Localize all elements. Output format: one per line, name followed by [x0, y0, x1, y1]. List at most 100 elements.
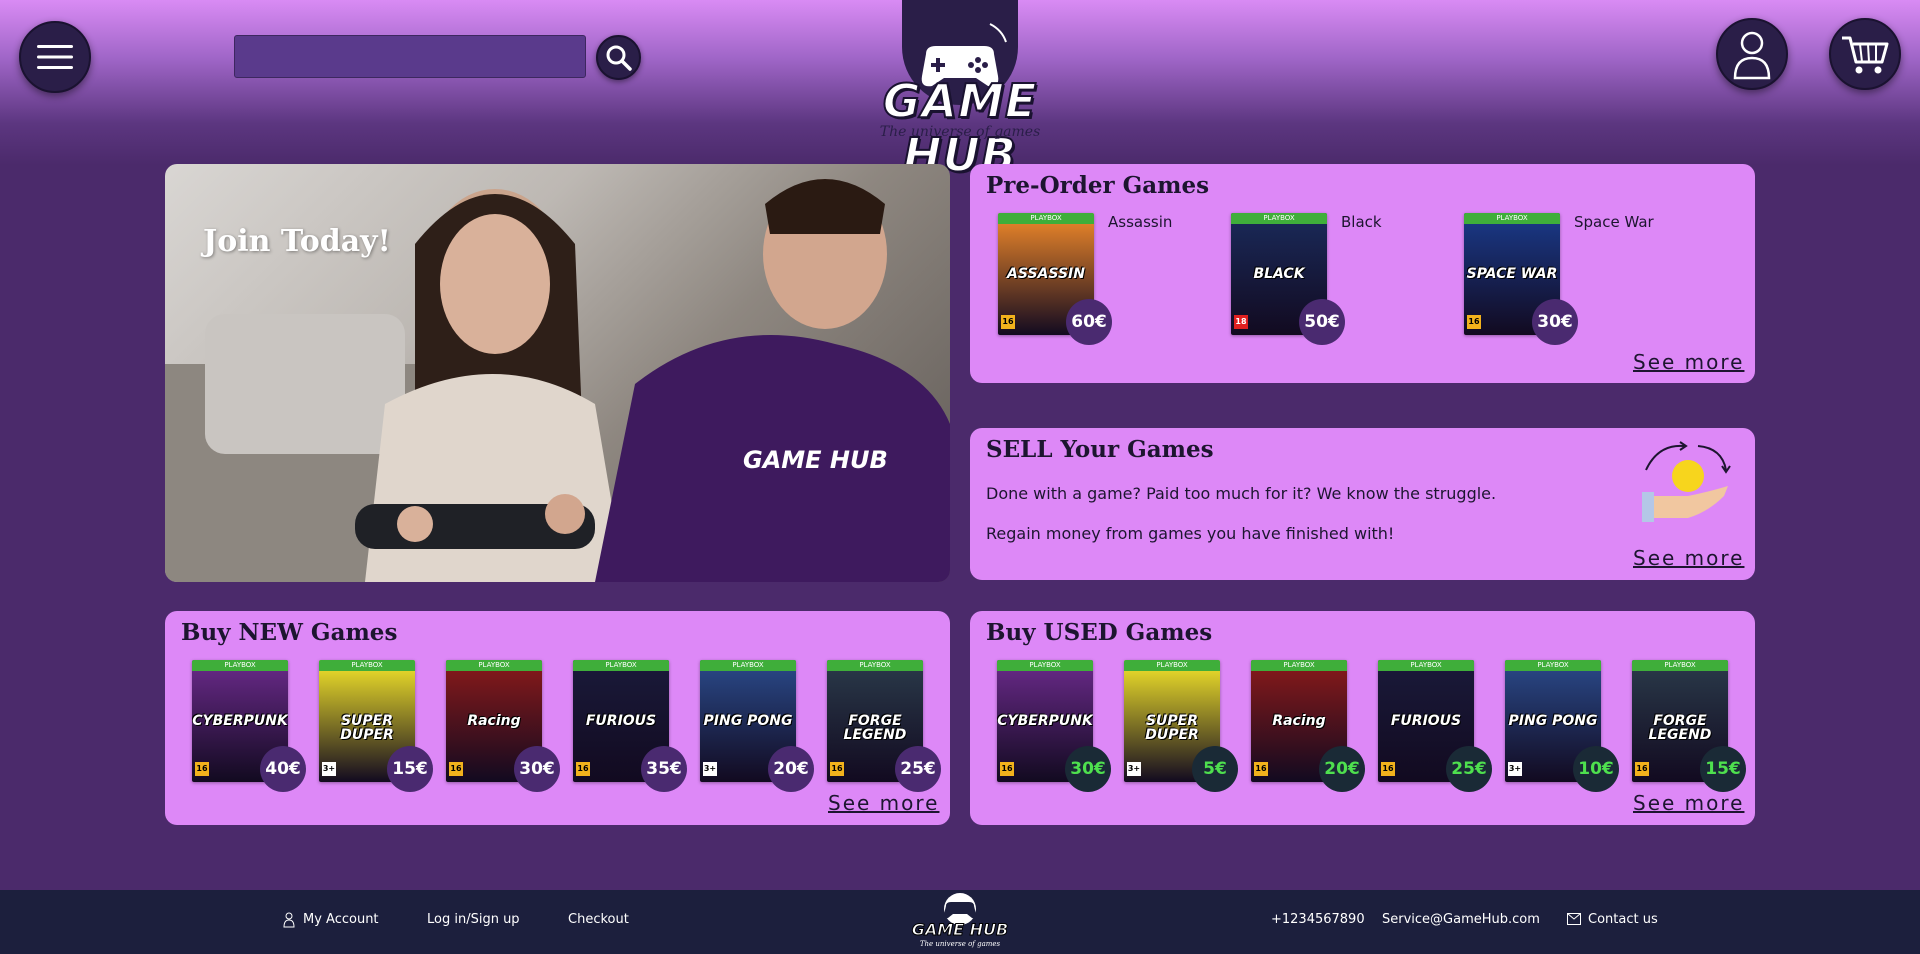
- game-item[interactable]: PLAYBOX FURIOUS 16 35€: [573, 660, 687, 792]
- footer-contact-link[interactable]: Contact us: [1588, 912, 1658, 927]
- price-badge: 60€: [1066, 299, 1112, 345]
- game-name[interactable]: Black: [1341, 213, 1382, 231]
- cover-title: FURIOUS: [585, 713, 657, 729]
- used-games-see-more-link[interactable]: See more: [1633, 791, 1744, 815]
- sell-card: SELL Your Games Done with a game? Paid t…: [970, 428, 1755, 580]
- sell-description-1: Done with a game? Paid too much for it? …: [986, 484, 1497, 503]
- cover-title: Racing: [467, 713, 521, 729]
- age-rating-badge: 18: [1234, 315, 1248, 329]
- price-badge: 30€: [1532, 299, 1578, 345]
- hamburger-icon: [37, 45, 73, 69]
- cover-brand-bar: PLAYBOX: [997, 660, 1093, 671]
- cover-title: SUPER DUPER: [1145, 713, 1199, 743]
- price-badge: 15€: [1700, 746, 1746, 792]
- cover-brand-bar: PLAYBOX: [1251, 660, 1347, 671]
- cart-button[interactable]: [1829, 18, 1901, 90]
- game-item[interactable]: PLAYBOX Racing 16 30€: [446, 660, 560, 792]
- sell-see-more-link[interactable]: See more: [1633, 546, 1744, 570]
- age-rating-badge: 16: [830, 762, 844, 776]
- hero-headline: Join Today!: [203, 224, 391, 259]
- cover-title: SPACE WAR: [1466, 266, 1558, 282]
- game-item[interactable]: PLAYBOX SPACE WAR 16 30€: [1464, 213, 1578, 345]
- footer-my-account-link[interactable]: My Account: [303, 912, 379, 927]
- price-badge: 25€: [1446, 746, 1492, 792]
- price-badge: 15€: [387, 746, 433, 792]
- game-name[interactable]: Space War: [1574, 213, 1654, 231]
- cart-icon: [1842, 36, 1889, 74]
- game-item[interactable]: PLAYBOX SUPER DUPER 3+ 15€: [319, 660, 433, 792]
- price-badge: 5€: [1192, 746, 1238, 792]
- age-rating-badge: 16: [1635, 762, 1649, 776]
- age-rating-badge: 3+: [322, 762, 336, 776]
- preorder-title: Pre-Order Games: [986, 172, 1210, 199]
- search-button[interactable]: [596, 35, 641, 80]
- game-item[interactable]: PLAYBOX ASSASSIN 16 60€: [998, 213, 1112, 345]
- game-item[interactable]: PLAYBOX FORGE LEGEND 16 25€: [827, 660, 941, 792]
- game-item[interactable]: PLAYBOX FORGE LEGEND 16 15€: [1632, 660, 1746, 792]
- game-item[interactable]: PLAYBOX PING PONG 3+ 10€: [1505, 660, 1619, 792]
- price-badge: 30€: [1065, 746, 1111, 792]
- cover-brand-bar: PLAYBOX: [319, 660, 415, 671]
- game-name[interactable]: Assassin: [1108, 213, 1172, 231]
- sell-title: SELL Your Games: [986, 436, 1214, 463]
- footer: My Account Log in/Sign up Checkout GAME …: [0, 890, 1920, 954]
- money-hand-icon: [1642, 441, 1731, 522]
- cover-brand-bar: PLAYBOX: [827, 660, 923, 671]
- cover-brand-bar: PLAYBOX: [998, 213, 1094, 224]
- new-games-title: Buy NEW Games: [181, 619, 398, 646]
- cover-brand-bar: PLAYBOX: [1231, 213, 1327, 224]
- game-item[interactable]: PLAYBOX BLACK 18 50€: [1231, 213, 1345, 345]
- site-logo[interactable]: GAME HUB The universe of games: [840, 0, 1080, 183]
- new-games-see-more-link[interactable]: See more: [828, 791, 939, 815]
- cover-brand-bar: PLAYBOX: [1464, 213, 1560, 224]
- game-item[interactable]: PLAYBOX CYBERPUNK 16 30€: [997, 660, 1111, 792]
- age-rating-badge: 16: [1001, 315, 1015, 329]
- game-item[interactable]: PLAYBOX SUPER DUPER 3+ 5€: [1124, 660, 1238, 792]
- cover-title: ASSASSIN: [1007, 266, 1085, 282]
- used-games-card: Buy USED Games PLAYBOX CYBERPUNK 16 30€ PLAY…: [970, 611, 1755, 825]
- header: GAME HUB The universe of games: [0, 0, 1920, 183]
- search-input[interactable]: [234, 35, 586, 78]
- cover-title: Racing: [1272, 713, 1326, 729]
- account-button[interactable]: [1716, 18, 1788, 90]
- menu-button[interactable]: [19, 21, 91, 93]
- cover-brand: PLAYBOX: [1537, 661, 1569, 669]
- cover-brand: PLAYBOX: [224, 661, 256, 669]
- cover-brand-bar: PLAYBOX: [446, 660, 542, 671]
- cover-brand: PLAYBOX: [1263, 214, 1295, 222]
- cover-title: FORGE LEGEND: [843, 713, 907, 743]
- footer-login-link[interactable]: Log in/Sign up: [427, 912, 520, 927]
- footer-logo[interactable]: GAME HUB The universe of games: [910, 892, 1010, 952]
- cover-brand: PLAYBOX: [1410, 661, 1442, 669]
- game-item[interactable]: PLAYBOX FURIOUS 16 25€: [1378, 660, 1492, 792]
- cover-brand: PLAYBOX: [1283, 661, 1315, 669]
- cover-brand-bar: PLAYBOX: [1124, 660, 1220, 671]
- game-item[interactable]: PLAYBOX CYBERPUNK 16 40€: [192, 660, 306, 792]
- cover-brand-bar: PLAYBOX: [700, 660, 796, 671]
- cover-brand: PLAYBOX: [1156, 661, 1188, 669]
- preorder-card: Pre-Order Games PLAYBOX ASSASSIN 16 60€ Assa…: [970, 164, 1755, 383]
- age-rating-badge: 16: [449, 762, 463, 776]
- cover-brand: PLAYBOX: [859, 661, 891, 669]
- new-games-card: Buy NEW Games PLAYBOX CYBERPUNK 16 40€ PLAYB…: [165, 611, 950, 825]
- cover-brand-bar: PLAYBOX: [1632, 660, 1728, 671]
- game-item[interactable]: PLAYBOX PING PONG 3+ 20€: [700, 660, 814, 792]
- hero-banner[interactable]: Join Today! GAME HUB: [165, 164, 950, 582]
- cover-brand-bar: PLAYBOX: [1505, 660, 1601, 671]
- cover-brand: PLAYBOX: [478, 661, 510, 669]
- cover-brand: PLAYBOX: [1030, 214, 1062, 222]
- age-rating-badge: 16: [1000, 762, 1014, 776]
- preorder-see-more-link[interactable]: See more: [1633, 350, 1744, 374]
- footer-logo-tagline: The universe of games: [919, 940, 1001, 948]
- footer-phone: +1234567890: [1271, 912, 1365, 927]
- footer-logo-title: GAME HUB: [911, 920, 1009, 940]
- footer-checkout-link[interactable]: Checkout: [568, 912, 629, 927]
- used-games-title: Buy USED Games: [986, 619, 1213, 646]
- price-badge: 30€: [514, 746, 560, 792]
- game-item[interactable]: PLAYBOX Racing 16 20€: [1251, 660, 1365, 792]
- cover-title: FORGE LEGEND: [1648, 713, 1712, 743]
- person-icon: [283, 912, 295, 928]
- footer-email-link[interactable]: Service@GameHub.com: [1382, 912, 1540, 927]
- price-badge: 10€: [1573, 746, 1619, 792]
- search-icon: [606, 45, 632, 71]
